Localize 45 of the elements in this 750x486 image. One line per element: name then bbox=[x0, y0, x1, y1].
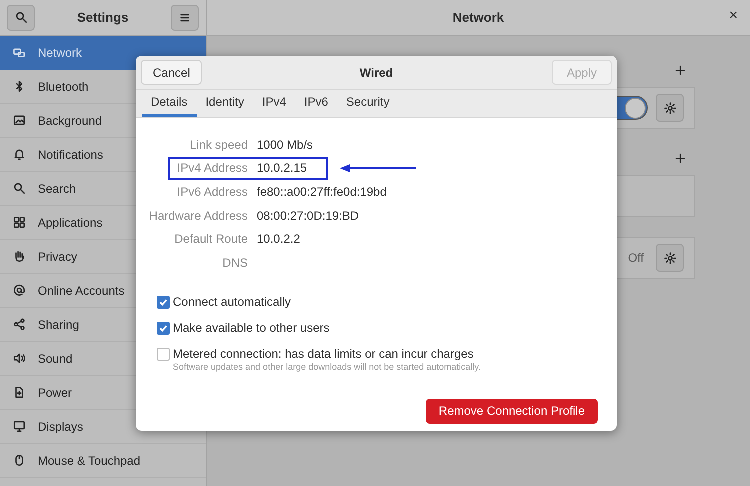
tab[interactable]: Details bbox=[142, 90, 197, 117]
hand-icon bbox=[13, 250, 26, 263]
settings-icon bbox=[664, 252, 676, 264]
tab[interactable]: IPv4 bbox=[253, 90, 296, 117]
app-title: Settings bbox=[77, 8, 129, 27]
panel-title: Network bbox=[452, 8, 504, 27]
checkbox[interactable] bbox=[157, 348, 170, 361]
field-value: fe80::a00:27ff:fe0d:19bd bbox=[257, 184, 387, 201]
monitor-icon bbox=[13, 420, 26, 433]
settings-icon bbox=[664, 102, 676, 114]
checkbox[interactable] bbox=[157, 322, 170, 335]
field-value: 10.0.2.2 bbox=[257, 231, 300, 248]
status-text: Off bbox=[628, 250, 644, 267]
tab[interactable]: IPv6 bbox=[295, 90, 338, 117]
grid-icon bbox=[13, 216, 26, 229]
share-icon bbox=[13, 318, 26, 331]
add-button[interactable] bbox=[673, 63, 687, 77]
dialog-title: Wired bbox=[360, 64, 394, 82]
image-icon bbox=[13, 114, 26, 127]
settings-button[interactable] bbox=[656, 244, 684, 272]
search-icon bbox=[14, 11, 28, 24]
bell-icon bbox=[13, 148, 26, 161]
field-value: 1000 Mb/s bbox=[257, 136, 314, 154]
tab[interactable]: Security bbox=[337, 90, 399, 117]
mouse-icon bbox=[13, 454, 26, 467]
sidebar-item[interactable]: Mouse & Touchpad bbox=[0, 444, 206, 478]
plus-icon bbox=[674, 64, 686, 76]
arrow-icon bbox=[340, 164, 416, 173]
search-icon bbox=[13, 182, 26, 195]
menu-icon bbox=[178, 12, 191, 24]
checkbox[interactable] bbox=[157, 296, 170, 309]
search-button[interactable] bbox=[7, 4, 35, 30]
field-value: 10.0.2.15 bbox=[257, 160, 308, 178]
add-button[interactable] bbox=[673, 151, 687, 165]
plus-icon bbox=[674, 152, 686, 164]
remove-connection-button[interactable]: Remove Connection Profile bbox=[426, 398, 598, 424]
settings-button[interactable] bbox=[656, 94, 684, 122]
cancel-button[interactable]: Cancel bbox=[141, 60, 202, 85]
field-label: DNS bbox=[222, 254, 248, 272]
menu-button[interactable] bbox=[170, 4, 199, 30]
field-value: 08:00:27:0D:19:BD bbox=[257, 208, 360, 225]
close-button[interactable]: × bbox=[729, 8, 738, 23]
speaker-icon bbox=[13, 352, 26, 365]
network-icon bbox=[13, 46, 26, 60]
at-sign-icon bbox=[13, 284, 26, 297]
